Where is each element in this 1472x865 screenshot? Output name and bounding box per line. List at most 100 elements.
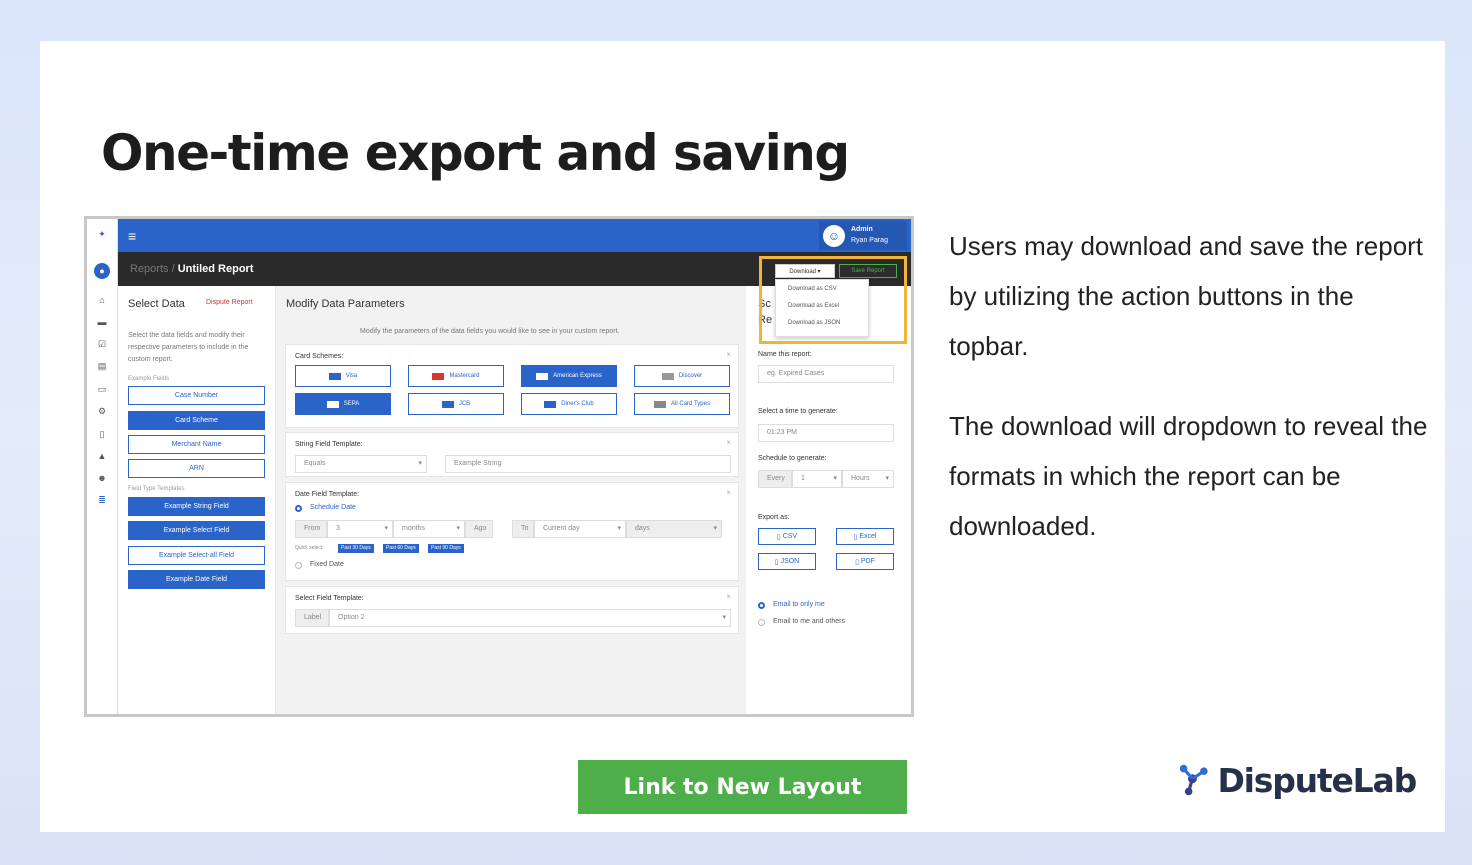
to-label: To bbox=[512, 520, 534, 538]
scheme-button[interactable]: JCB bbox=[408, 393, 504, 415]
visa-icon bbox=[328, 372, 341, 380]
check-icon[interactable]: ☑ bbox=[96, 339, 108, 349]
link-new-layout-button[interactable]: Link to New Layout bbox=[578, 760, 907, 814]
scheme-label: JCB bbox=[458, 401, 471, 407]
user-role: Admin bbox=[851, 226, 873, 233]
scheme-button[interactable]: Discover bbox=[634, 365, 730, 387]
template-button[interactable]: Example String Field bbox=[128, 497, 265, 516]
every-select[interactable]: 1 ▾ bbox=[792, 470, 842, 488]
string-template-card: String Field Template: × Equals ▾ Example… bbox=[285, 432, 739, 477]
quick-chip[interactable]: Past 30 Days bbox=[338, 544, 374, 553]
to-unit-value: days bbox=[635, 525, 650, 532]
users-icon[interactable]: ☻ bbox=[96, 473, 108, 483]
modify-subtitle: Modify the parameters of the data fields… bbox=[360, 328, 620, 335]
email-me-radio[interactable] bbox=[758, 602, 765, 609]
unit-value: months bbox=[402, 525, 425, 532]
templates-label: Field Type Templates bbox=[128, 486, 185, 492]
field-button[interactable]: Case Number bbox=[128, 386, 265, 405]
document-icon[interactable]: ▯ bbox=[96, 429, 108, 439]
breadcrumb-parent[interactable]: Reports bbox=[130, 263, 169, 275]
select-prefix: Label bbox=[295, 609, 329, 627]
breadcrumb: Reports / Untiled Report bbox=[130, 263, 254, 275]
chevron-down-icon: ▾ bbox=[722, 614, 726, 621]
export-csv-button[interactable]: ▯ CSV bbox=[758, 528, 816, 545]
time-input[interactable]: 01:23 PM bbox=[758, 424, 894, 442]
jcb-icon bbox=[441, 400, 454, 408]
menu-icon[interactable]: ≡ bbox=[128, 228, 136, 244]
slide: One-time export and saving ✦ ● ⌂ ▬ ☑ ▤ ▭… bbox=[40, 41, 1445, 832]
field-button[interactable]: Card Scheme bbox=[128, 411, 265, 430]
logo-icon bbox=[1179, 764, 1208, 796]
gear-icon[interactable]: ⚙ bbox=[96, 406, 108, 416]
warning-icon[interactable]: ▲ bbox=[96, 451, 108, 461]
email-others-radio[interactable] bbox=[758, 619, 765, 626]
template-button[interactable]: Example Date Field bbox=[128, 570, 265, 589]
fixed-date-radio[interactable] bbox=[295, 562, 302, 569]
field-button[interactable]: ARN bbox=[128, 459, 265, 478]
option-value: Option 2 bbox=[338, 614, 365, 621]
example-fields-label: Example Fields bbox=[128, 376, 170, 382]
scheme-label: Discover bbox=[678, 373, 703, 379]
quick-chip[interactable]: Past 90 Days bbox=[428, 544, 464, 553]
quick-chip[interactable]: Past 60 Days bbox=[383, 544, 419, 553]
report-icon[interactable]: ≣ bbox=[96, 495, 108, 505]
breadcrumb-separator: / bbox=[171, 263, 175, 275]
close-icon[interactable]: × bbox=[726, 488, 731, 497]
description-paragraph: The download will dropdown to reveal the… bbox=[949, 411, 1428, 541]
report-name-input[interactable]: eg. Expired Cases bbox=[758, 365, 894, 383]
scheme-button[interactable]: Visa bbox=[295, 365, 391, 387]
modify-parameters-panel: Modify Data Parameters Modify the parame… bbox=[276, 286, 746, 714]
description: Users may download and save the report b… bbox=[949, 221, 1429, 581]
dispute-report-chip[interactable]: Dispute Report bbox=[206, 299, 253, 306]
diners-icon bbox=[544, 400, 557, 408]
operator-value: Equals bbox=[304, 460, 326, 467]
export-pdf-button[interactable]: ▯ PDF bbox=[836, 553, 894, 570]
description-paragraph: Users may download and save the report b… bbox=[949, 231, 1424, 361]
profile-icon[interactable]: ● bbox=[94, 263, 110, 279]
to-unit-select[interactable]: days ▾ bbox=[626, 520, 722, 538]
template-button[interactable]: Example Select-all Field bbox=[128, 546, 265, 565]
to-value: Current day bbox=[543, 525, 580, 532]
report-settings-panel: Sc Re Name this report: eg. Expired Case… bbox=[746, 286, 911, 714]
time-label: Select a time to generate: bbox=[758, 408, 838, 415]
scheme-button[interactable]: American Express bbox=[521, 365, 617, 387]
close-icon[interactable]: × bbox=[726, 438, 731, 447]
scheme-label: American Express bbox=[553, 373, 602, 379]
export-json-button[interactable]: ▯ JSON bbox=[758, 553, 816, 570]
user-menu[interactable]: ☺ Admin Ryan Parag bbox=[819, 221, 907, 250]
inbox-icon[interactable]: ▤ bbox=[96, 361, 108, 371]
scheme-button[interactable]: All Card Types bbox=[634, 393, 730, 415]
from-label: From bbox=[295, 520, 327, 538]
field-button[interactable]: Merchant Name bbox=[128, 435, 265, 454]
export-excel-button[interactable]: ▯ Excel bbox=[836, 528, 894, 545]
chevron-down-icon: ▾ bbox=[418, 460, 422, 467]
to-value-select[interactable]: Current day ▾ bbox=[534, 520, 626, 538]
mastercard-icon bbox=[432, 372, 445, 380]
highlight-box bbox=[759, 256, 907, 344]
email-me-label: Email to only me bbox=[773, 601, 825, 608]
option-select[interactable]: Option 2 ▾ bbox=[329, 609, 731, 627]
briefcase-icon[interactable]: ▬ bbox=[96, 317, 108, 327]
card-schemes-label: Card Schemes: bbox=[295, 353, 344, 360]
select-data-title: Select Data bbox=[128, 298, 185, 310]
close-icon[interactable]: × bbox=[726, 350, 731, 359]
schedule-date-radio[interactable] bbox=[295, 505, 302, 512]
unit-select[interactable]: months ▾ bbox=[393, 520, 465, 538]
export-label: Excel bbox=[859, 533, 877, 540]
scheme-button[interactable]: SEPA bbox=[295, 393, 391, 415]
scheme-button[interactable]: Diner's Club bbox=[521, 393, 617, 415]
every-unit-select[interactable]: Hours ▾ bbox=[842, 470, 894, 488]
user-name: Ryan Parag bbox=[851, 237, 888, 244]
string-input[interactable]: Example String bbox=[445, 455, 731, 473]
close-icon[interactable]: × bbox=[726, 592, 731, 601]
operator-select[interactable]: Equals ▾ bbox=[295, 455, 427, 473]
scheme-button[interactable]: Mastercard bbox=[408, 365, 504, 387]
from-value-select[interactable]: 3 ▾ bbox=[327, 520, 393, 538]
template-button[interactable]: Example Select Field bbox=[128, 521, 265, 540]
all-cards-icon bbox=[654, 400, 667, 408]
card-icon[interactable]: ▭ bbox=[96, 384, 108, 394]
chevron-down-icon: ▾ bbox=[833, 475, 837, 482]
date-template-label: Date Field Template: bbox=[295, 491, 360, 498]
scheme-label: Mastercard bbox=[449, 373, 480, 379]
home-icon[interactable]: ⌂ bbox=[96, 295, 108, 305]
